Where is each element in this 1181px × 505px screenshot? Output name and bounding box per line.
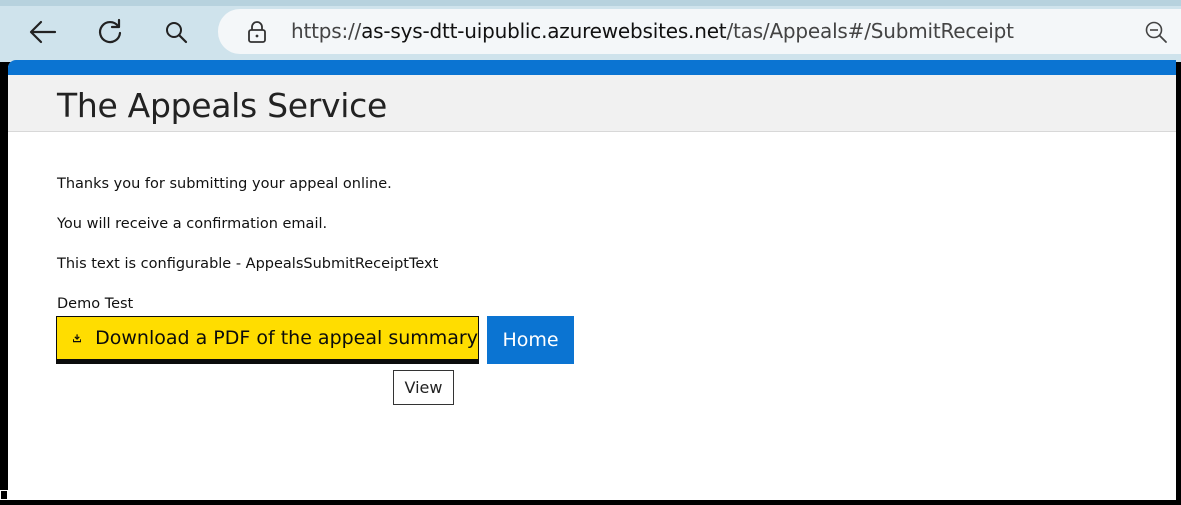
browser-toolbar: https://as-sys-dtt-uipublic.azurewebsite… <box>0 0 1181 62</box>
page-header: The Appeals Service <box>8 75 1176 132</box>
url-text[interactable]: https://as-sys-dtt-uipublic.azurewebsite… <box>291 19 1014 43</box>
browser-window: https://as-sys-dtt-uipublic.azurewebsite… <box>0 0 1181 505</box>
confirmation-email-message: You will receive a confirmation email. <box>57 216 328 232</box>
page-content: The Appeals Service Thanks you for submi… <box>8 60 1176 500</box>
corner-marker <box>0 490 8 500</box>
page-title: The Appeals Service <box>57 86 387 125</box>
download-icon <box>73 334 82 343</box>
lock-icon[interactable] <box>246 20 268 44</box>
zoom-out-icon[interactable] <box>1144 20 1168 44</box>
download-pdf-button[interactable]: Download a PDF of the appeal summary <box>56 316 479 364</box>
download-pdf-label: Download a PDF of the appeal summary <box>95 327 478 349</box>
url-path: /tas/Appeals#/SubmitReceipt <box>726 19 1014 43</box>
home-button-label: Home <box>502 329 559 351</box>
view-tooltip: View <box>393 370 454 405</box>
thank-you-message: Thanks you for submitting your appeal on… <box>57 176 392 192</box>
search-button[interactable] <box>156 12 196 52</box>
demo-test-text: Demo Test <box>57 296 134 312</box>
view-tooltip-label: View <box>404 378 443 397</box>
back-button[interactable] <box>23 12 63 52</box>
refresh-icon <box>98 18 122 44</box>
refresh-button[interactable] <box>90 12 130 52</box>
search-icon <box>166 22 188 44</box>
url-host: as-sys-dtt-uipublic.azurewebsites.net <box>361 19 727 43</box>
toolbar-top-strip <box>0 0 1181 6</box>
address-bar[interactable]: https://as-sys-dtt-uipublic.azurewebsite… <box>218 9 1181 54</box>
url-prefix: https:// <box>291 19 362 43</box>
home-button[interactable]: Home <box>487 316 574 364</box>
back-arrow-icon <box>29 20 57 44</box>
header-accent-bar <box>8 60 1176 75</box>
configurable-text-message: This text is configurable - AppealsSubmi… <box>57 256 439 272</box>
